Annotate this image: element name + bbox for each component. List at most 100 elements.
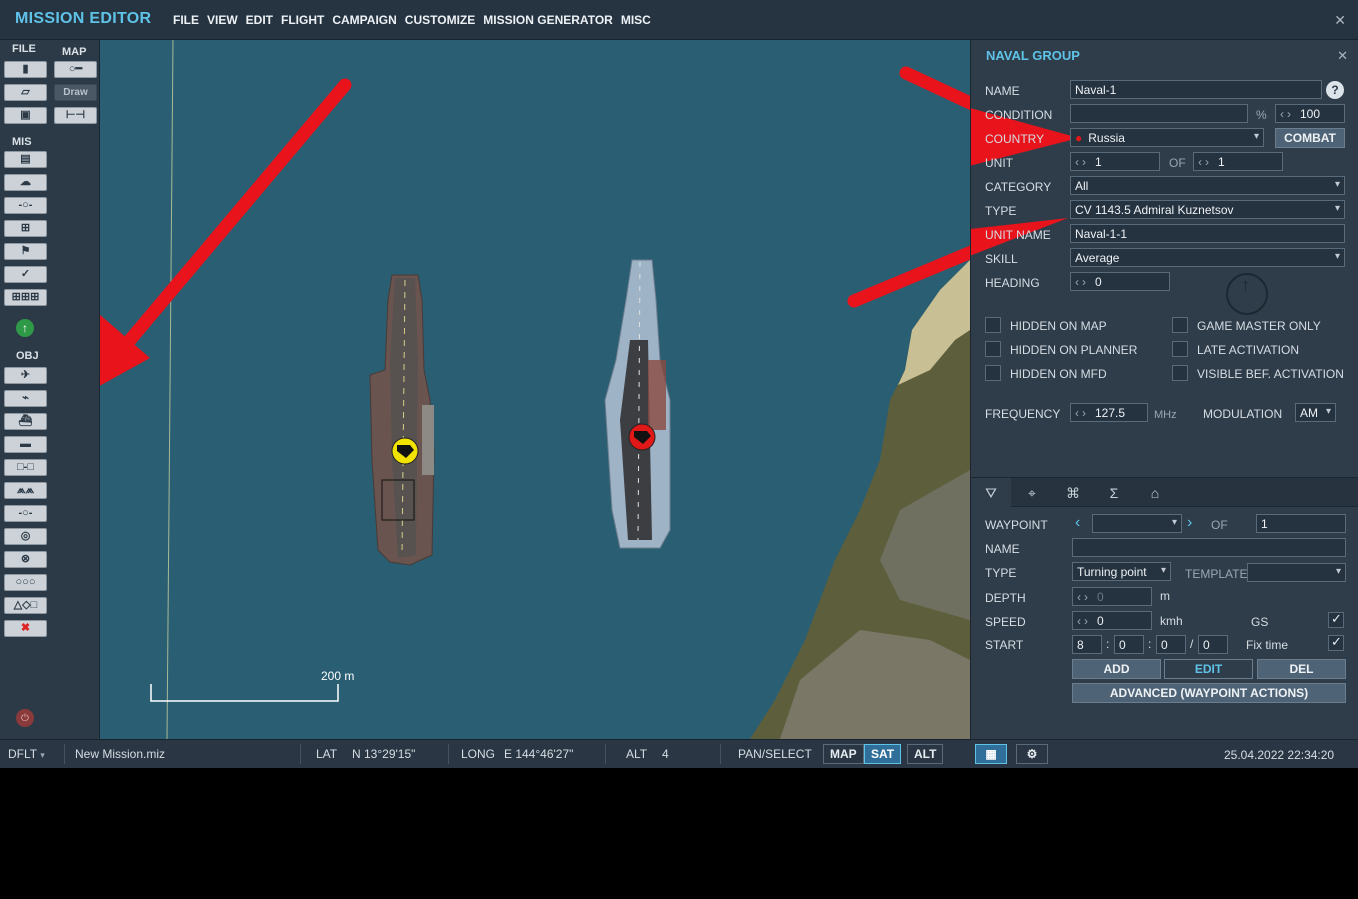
late-activation-checkbox[interactable] <box>1172 341 1188 357</box>
start-second-field[interactable]: 0 <box>1198 635 1228 654</box>
map-key-button[interactable]: ○━ <box>54 61 97 78</box>
chevron-down-icon: ▾ <box>1160 565 1166 576</box>
filter-button[interactable]: ▦ <box>975 744 1007 764</box>
delete-point-button[interactable]: ⊗ <box>4 551 47 568</box>
menu-flight[interactable]: FLIGHT <box>281 13 324 27</box>
yellow-unit-marker[interactable] <box>391 437 419 465</box>
profile-select[interactable]: DFLT ▾ <box>8 747 45 761</box>
frequency-stepper[interactable]: ‹› 127.5 <box>1070 403 1148 422</box>
menu-edit[interactable]: EDIT <box>246 13 273 27</box>
add-template-button[interactable]: ⩕⩕ <box>4 482 47 499</box>
menu-mission-generator[interactable]: MISSION GENERATOR <box>483 13 613 27</box>
stepper-arrows-icon[interactable]: ‹› <box>1198 155 1212 169</box>
heading-stepper[interactable]: ‹› 0 <box>1070 272 1170 291</box>
close-icon[interactable]: ✕ <box>1334 12 1346 29</box>
template-select[interactable]: ▾ <box>1247 563 1346 582</box>
stepper-arrows-icon[interactable]: ‹› <box>1077 614 1091 628</box>
settings-button[interactable]: ⚙ <box>1016 744 1048 764</box>
tab-payload[interactable]: ⌂ <box>1135 478 1175 508</box>
tab-targets[interactable]: ⌘ <box>1053 478 1093 508</box>
close-icon[interactable]: ✕ <box>1337 48 1348 64</box>
add-group-button[interactable]: ○○○ <box>4 574 47 591</box>
unit-name-field[interactable]: Naval-1-1 <box>1070 224 1345 243</box>
draw-button[interactable]: Draw <box>54 84 97 101</box>
add-waypoint-button[interactable]: -○- <box>4 505 47 522</box>
trigger-zone-button[interactable]: ⊞ <box>4 220 47 237</box>
menu-view[interactable]: VIEW <box>207 13 238 27</box>
add-target-button[interactable]: ◎ <box>4 528 47 545</box>
save-file-button[interactable]: ▣ <box>4 107 47 124</box>
type-select[interactable]: CV 1143.5 Admiral Kuznetsov ▾ <box>1070 200 1345 219</box>
alt-view-button[interactable]: ALT <box>907 744 944 764</box>
visible-before-activation-checkbox[interactable] <box>1172 365 1188 381</box>
modulation-select[interactable]: AM ▾ <box>1295 403 1336 422</box>
waypoint-name-field[interactable] <box>1072 538 1346 557</box>
menu-misc[interactable]: MISC <box>621 13 651 27</box>
stepper-arrows-icon[interactable]: ‹› <box>1075 275 1089 289</box>
country-select[interactable]: ● Russia ▾ <box>1070 128 1264 147</box>
add-static-button[interactable]: □-□ <box>4 459 47 476</box>
map-view-button[interactable]: MAP <box>823 744 864 764</box>
fix-time-checkbox[interactable] <box>1328 634 1344 651</box>
waypoint-select[interactable]: ▾ <box>1092 514 1182 533</box>
tab-triggered-actions[interactable]: ⌖ <box>1012 478 1052 508</box>
delete-object-button[interactable]: ✖ <box>4 620 47 637</box>
menu-customize[interactable]: CUSTOMIZE <box>405 13 475 27</box>
waypoint-prev-icon[interactable]: ‹ <box>1075 514 1080 532</box>
skill-select[interactable]: Average ▾ <box>1070 248 1345 267</box>
add-ship-button[interactable]: ⛴ <box>4 413 47 430</box>
unit-stepper[interactable]: ‹› 1 <box>1070 152 1160 171</box>
name-field[interactable]: Naval-1 <box>1070 80 1322 99</box>
sat-view-button[interactable]: SAT <box>864 744 902 764</box>
menu-file[interactable]: FILE <box>173 13 199 27</box>
add-vehicle-button[interactable]: ▬ <box>4 436 47 453</box>
tab-route[interactable]: ⛛ <box>971 478 1011 508</box>
new-file-button[interactable]: ▮ <box>4 61 47 78</box>
menu-campaign[interactable]: CAMPAIGN <box>332 13 396 27</box>
map-view[interactable]: 200 m <box>100 40 970 739</box>
start-day-field[interactable]: 8 <box>1072 635 1102 654</box>
game-master-only-checkbox[interactable] <box>1172 317 1188 333</box>
up-arrow-icon[interactable]: ↑ <box>16 319 34 337</box>
gs-checkbox[interactable] <box>1328 611 1344 628</box>
ruler-button[interactable]: ⊢⊣ <box>54 107 97 124</box>
combat-button[interactable]: COMBAT <box>1275 128 1345 148</box>
start-minute-field[interactable]: 0 <box>1156 635 1186 654</box>
category-select[interactable]: All ▾ <box>1070 176 1345 195</box>
waypoint-type-select[interactable]: Turning point ▾ <box>1072 562 1171 581</box>
hidden-on-planner-checkbox[interactable] <box>985 341 1001 357</box>
start-hour-field[interactable]: 0 <box>1114 635 1144 654</box>
unit-of-stepper[interactable]: ‹› 1 <box>1193 152 1283 171</box>
stepper-arrows-icon[interactable]: ‹› <box>1075 406 1089 420</box>
add-shape-button[interactable]: △◇□ <box>4 597 47 614</box>
tab-summary[interactable]: Σ <box>1094 478 1134 508</box>
open-file-button[interactable]: ▱ <box>4 84 47 101</box>
add-airplane-button[interactable]: ✈ <box>4 367 47 384</box>
waypoint-next-icon[interactable]: › <box>1187 514 1192 532</box>
add-helicopter-button[interactable]: ⌁ <box>4 390 47 407</box>
hidden-on-mfd-checkbox[interactable] <box>985 365 1001 381</box>
advanced-waypoint-actions-button[interactable]: ADVANCED (WAYPOINT ACTIONS) <box>1072 683 1346 703</box>
resource-manager-button[interactable]: ⚑ <box>4 243 47 260</box>
stepper-arrows-icon[interactable]: ‹› <box>1280 107 1294 121</box>
help-icon[interactable]: ? <box>1326 81 1344 99</box>
toolbar-file-label: FILE <box>12 43 36 55</box>
weather-button[interactable]: ☁ <box>4 174 47 191</box>
map-canvas[interactable] <box>100 40 970 739</box>
speed-stepper[interactable]: ‹› 0 <box>1072 611 1152 630</box>
condition-field[interactable] <box>1070 104 1248 123</box>
briefing-button[interactable]: ▤ <box>4 151 47 168</box>
stepper-arrows-icon[interactable]: ‹› <box>1075 155 1089 169</box>
add-waypoint-button[interactable]: ADD <box>1072 659 1161 679</box>
check-button[interactable]: ✓ <box>4 266 47 283</box>
exit-icon[interactable]: ⏻ <box>16 709 34 727</box>
game-master-only-label: GAME MASTER ONLY <box>1197 319 1321 333</box>
edit-waypoint-button[interactable]: EDIT <box>1164 659 1253 679</box>
heading-dial-icon[interactable] <box>1226 273 1268 315</box>
nav-points-button[interactable]: ⊞⊞⊞ <box>4 289 47 306</box>
triggers-button[interactable]: -○- <box>4 197 47 214</box>
delete-waypoint-button[interactable]: DEL <box>1257 659 1346 679</box>
probability-field[interactable]: ‹› 100 <box>1275 104 1345 123</box>
red-unit-marker[interactable] <box>628 423 656 451</box>
hidden-on-map-checkbox[interactable] <box>985 317 1001 333</box>
